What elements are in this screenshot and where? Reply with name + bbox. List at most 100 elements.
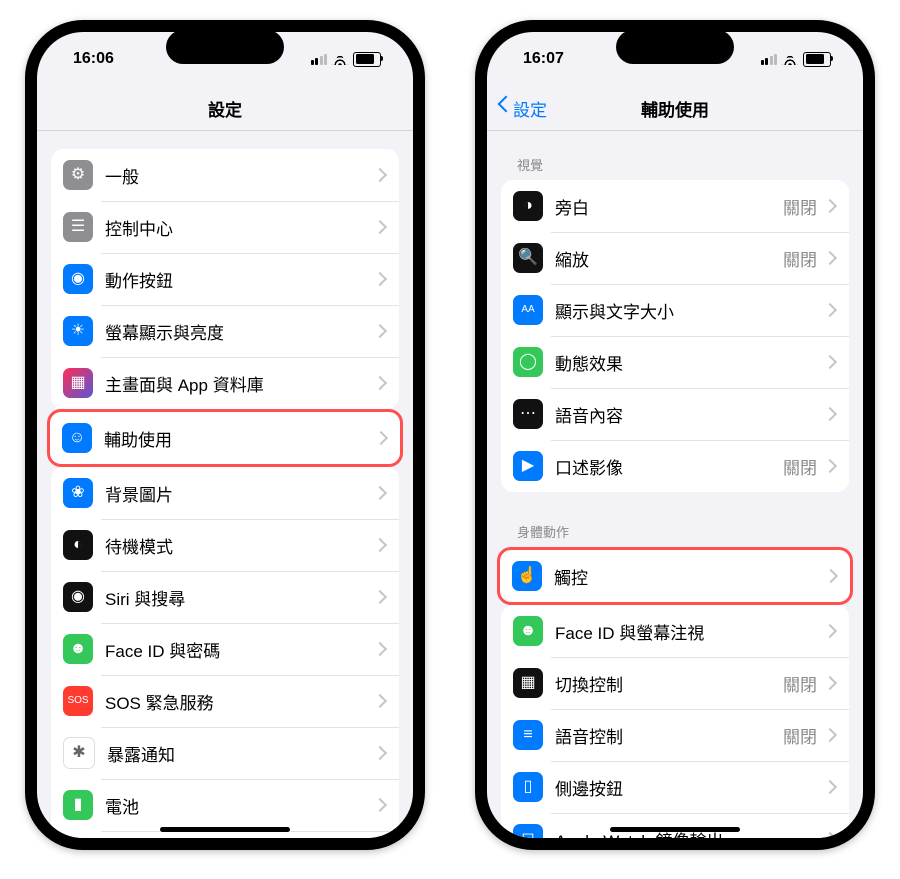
wallpaper-icon: ❀ <box>63 478 93 508</box>
chevron-right-icon <box>823 624 837 638</box>
page-title: 設定 <box>208 96 242 121</box>
list-row[interactable]: SOS SOS 緊急服務 <box>51 675 399 727</box>
list-row[interactable]: ✋隱私權與安全性 <box>51 831 399 838</box>
chevron-right-icon <box>824 569 838 583</box>
standby-icon: ◐ <box>63 530 93 560</box>
home-screen-icon: ▦ <box>63 368 93 398</box>
battery-icon: ▮ <box>63 790 93 820</box>
row-label: 主畫面與 App 資料庫 <box>105 371 375 396</box>
list-row[interactable]: ☻Face ID 與螢幕注視 <box>501 605 849 657</box>
list-row[interactable]: ✱暴露通知 <box>51 727 399 779</box>
chevron-right-icon <box>373 272 387 286</box>
row-label: 觸控 <box>554 564 826 589</box>
chevron-right-icon <box>373 694 387 708</box>
back-button[interactable]: 設定 <box>497 86 547 130</box>
list-row[interactable]: ❀背景圖片 <box>51 467 399 519</box>
list-row[interactable]: ≡語音控制關閉 <box>501 709 849 761</box>
chevron-right-icon <box>823 728 837 742</box>
chevron-right-icon <box>373 642 387 656</box>
list-row[interactable]: ☰控制中心 <box>51 201 399 253</box>
row-label: 切換控制 <box>555 671 783 696</box>
settings-group: ⚙一般☰控制中心◉動作按鈕☀螢幕顯示與亮度 ▦ 主畫面與 App 資料庫 <box>51 149 399 409</box>
watch-mirror-icon: ◻ <box>513 824 543 838</box>
face-attn-icon: ☻ <box>513 616 543 646</box>
list-row[interactable]: ▶口述影像關閉 <box>501 440 849 492</box>
battery-icon <box>353 52 381 67</box>
chevron-right-icon <box>823 251 837 265</box>
row-label: 旁白 <box>555 194 783 219</box>
list-row[interactable]: ☀螢幕顯示與亮度 <box>51 305 399 357</box>
screen-right: 16:07 設定 輔助使用 視覺 ◑旁白關閉🔍縮放關閉AA顯示與文字大小◯動態效… <box>487 32 863 838</box>
accessibility-list[interactable]: 視覺 ◑旁白關閉🔍縮放關閉AA顯示與文字大小◯動態效果⋯語音內容▶口述影像關閉 … <box>487 131 863 838</box>
list-row[interactable]: ▦ 主畫面與 App 資料庫 <box>51 357 399 409</box>
switch-ctrl-icon: ▦ <box>513 668 543 698</box>
chevron-right-icon <box>823 199 837 213</box>
audio-desc-icon: ▶ <box>513 451 543 481</box>
list-row[interactable]: ◉ Siri 與搜尋 <box>51 571 399 623</box>
list-row[interactable]: ☻Face ID 與密碼 <box>51 623 399 675</box>
back-label: 設定 <box>513 96 547 121</box>
row-label: Siri 與搜尋 <box>105 585 375 610</box>
chevron-right-icon <box>374 431 388 445</box>
chevron-right-icon <box>823 407 837 421</box>
list-row[interactable]: ◐ 待機模式 <box>51 519 399 571</box>
dynamic-island <box>616 30 734 64</box>
cellular-icon <box>761 54 778 65</box>
list-row[interactable]: ▮電池 <box>51 779 399 831</box>
list-row[interactable]: ☺輔助使用 <box>50 412 400 464</box>
nav-bar: 設定 <box>37 86 413 131</box>
screen-left: 16:06 設定 ⚙一般☰控制中心◉動作按鈕☀螢幕顯示與亮度▦主畫面與 App … <box>37 32 413 838</box>
sos-icon: SOS <box>63 686 93 716</box>
page-title: 輔助使用 <box>641 96 709 121</box>
voiceover-icon: ◑ <box>513 191 543 221</box>
row-label: 待機模式 <box>105 533 375 558</box>
vision-group: ◑旁白關閉🔍縮放關閉AA顯示與文字大小◯動態效果⋯語音內容▶口述影像關閉 <box>501 180 849 492</box>
chevron-right-icon <box>373 590 387 604</box>
chevron-right-icon <box>373 486 387 500</box>
action-button-icon: ◉ <box>63 264 93 294</box>
list-row[interactable]: AA顯示與文字大小 <box>501 284 849 336</box>
chevron-right-icon <box>823 832 837 838</box>
nav-bar: 設定 輔助使用 <box>487 86 863 131</box>
chevron-right-icon <box>373 168 387 182</box>
chevron-right-icon <box>823 459 837 473</box>
wifi-icon <box>332 53 348 65</box>
list-row[interactable]: ◉動作按鈕 <box>51 253 399 305</box>
row-label: 動態效果 <box>555 350 825 375</box>
row-label: 語音控制 <box>555 723 783 748</box>
list-row[interactable]: ⋯ 語音內容 <box>501 388 849 440</box>
highlight-box: ☺輔助使用 <box>47 409 403 467</box>
gear-icon: ⚙ <box>63 160 93 190</box>
list-row[interactable]: ☝觸控 <box>500 550 850 602</box>
home-indicator[interactable] <box>610 827 740 832</box>
phone-frame-left: 16:06 設定 ⚙一般☰控制中心◉動作按鈕☀螢幕顯示與亮度▦主畫面與 App … <box>25 20 425 850</box>
accessibility-icon: ☺ <box>62 423 92 453</box>
row-label: 口述影像 <box>555 454 783 479</box>
siri-icon: ◉ <box>63 582 93 612</box>
list-row[interactable]: ◯ 動態效果 <box>501 336 849 388</box>
zoom-icon: 🔍 <box>513 243 543 273</box>
battery-icon <box>803 52 831 67</box>
status-right <box>311 52 382 67</box>
settings-list[interactable]: ⚙一般☰控制中心◉動作按鈕☀螢幕顯示與亮度▦主畫面與 App 資料庫☺輔助使用❀… <box>37 131 413 838</box>
status-time: 16:07 <box>523 50 564 68</box>
settings-group: ❀背景圖片 ◐ 待機模式 ◉ Siri 與搜尋 ☻Face ID 與密碼 SOS SOS 緊急… <box>51 467 399 838</box>
list-row[interactable]: ◑ 旁白關閉 <box>501 180 849 232</box>
row-label: SOS 緊急服務 <box>105 689 375 714</box>
exposure-icon: ✱ <box>63 737 95 769</box>
spoken-icon: ⋯ <box>513 399 543 429</box>
list-row[interactable]: 🔍縮放關閉 <box>501 232 849 284</box>
list-row[interactable]: ▦切換控制關閉 <box>501 657 849 709</box>
list-row[interactable]: ▯側邊按鈕 <box>501 761 849 813</box>
home-indicator[interactable] <box>160 827 290 832</box>
list-row[interactable]: ◻Apple Watch 鏡像輸出 <box>501 813 849 838</box>
chevron-right-icon <box>373 538 387 552</box>
chevron-left-icon <box>497 98 509 118</box>
motion-icon: ◯ <box>513 347 543 377</box>
row-label: 顯示與文字大小 <box>555 298 825 323</box>
row-label: 螢幕顯示與亮度 <box>105 319 375 344</box>
row-label: 語音內容 <box>555 402 825 427</box>
section-header-motor: 身體動作 <box>487 516 863 547</box>
row-detail: 關閉 <box>783 194 817 219</box>
list-row[interactable]: ⚙一般 <box>51 149 399 201</box>
